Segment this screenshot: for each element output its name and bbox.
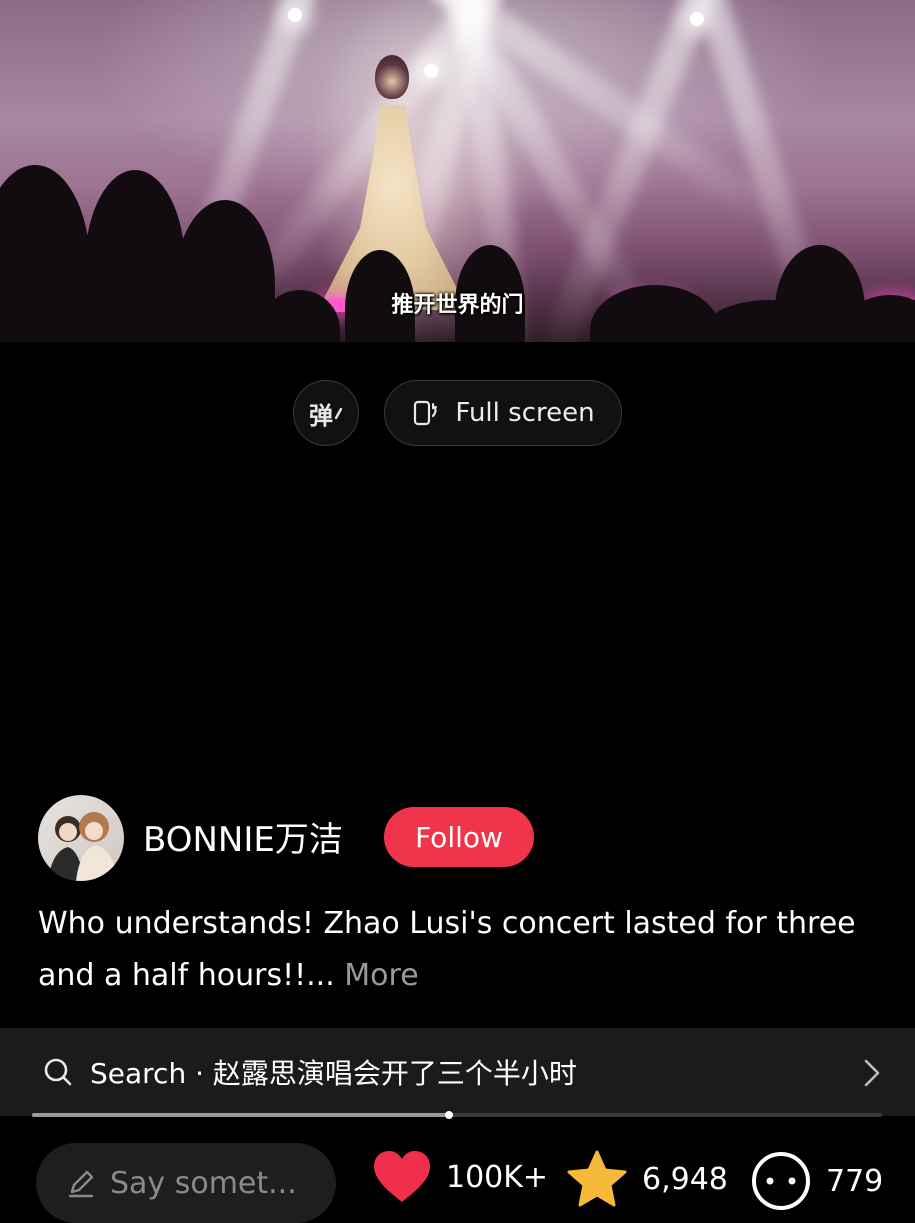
danmu-label: 弹 bbox=[309, 401, 333, 430]
video-frame[interactable]: 推开世界的门 bbox=[0, 0, 915, 342]
star-icon bbox=[567, 1150, 627, 1207]
like-button[interactable]: 100K+ bbox=[372, 1150, 548, 1204]
favorite-button[interactable]: 6,948 bbox=[566, 1150, 728, 1208]
pencil-icon bbox=[68, 1170, 94, 1198]
video-progress-bar[interactable] bbox=[32, 1111, 882, 1119]
video-subtitle: 推开世界的门 bbox=[391, 293, 524, 318]
danmu-slash-icon bbox=[334, 407, 343, 420]
more-link[interactable]: More bbox=[344, 958, 418, 993]
search-suggestion-bar[interactable]: Search · 赵露思演唱会开了三个半小时 bbox=[0, 1028, 915, 1116]
comment-bubble-icon bbox=[752, 1152, 810, 1210]
danmu-toggle-button[interactable]: 弹 bbox=[293, 380, 359, 446]
comment-count: 779 bbox=[826, 1163, 884, 1199]
comment-placeholder: Say somet... bbox=[110, 1165, 297, 1201]
avatar-photo bbox=[48, 812, 118, 881]
follow-button[interactable]: Follow bbox=[384, 807, 534, 867]
stage-light bbox=[424, 64, 438, 78]
stage-light bbox=[690, 12, 704, 26]
favorite-count: 6,948 bbox=[642, 1161, 728, 1197]
progress-handle[interactable] bbox=[444, 1111, 453, 1119]
rotate-phone-icon bbox=[414, 400, 438, 426]
caption-text: Who understands! Zhao Lusi's concert las… bbox=[38, 906, 856, 993]
search-icon bbox=[44, 1058, 72, 1086]
author-avatar[interactable] bbox=[38, 795, 124, 881]
fullscreen-button[interactable]: Full screen bbox=[384, 380, 622, 446]
author-name[interactable]: BONNIE万洁 bbox=[143, 812, 343, 861]
post-caption: Who understands! Zhao Lusi's concert las… bbox=[38, 898, 858, 1002]
fullscreen-label: Full screen bbox=[455, 398, 595, 428]
search-suggestion-text: Search · 赵露思演唱会开了三个半小时 bbox=[90, 1057, 577, 1090]
progress-fill bbox=[32, 1113, 449, 1117]
like-count: 100K+ bbox=[446, 1159, 549, 1195]
comment-button[interactable]: 779 bbox=[750, 1150, 883, 1212]
comment-input[interactable]: Say somet... bbox=[36, 1143, 336, 1223]
chevron-right-icon[interactable] bbox=[863, 1058, 881, 1088]
stage-light bbox=[288, 8, 302, 22]
singer-head bbox=[375, 55, 409, 99]
heart-icon bbox=[374, 1151, 430, 1202]
